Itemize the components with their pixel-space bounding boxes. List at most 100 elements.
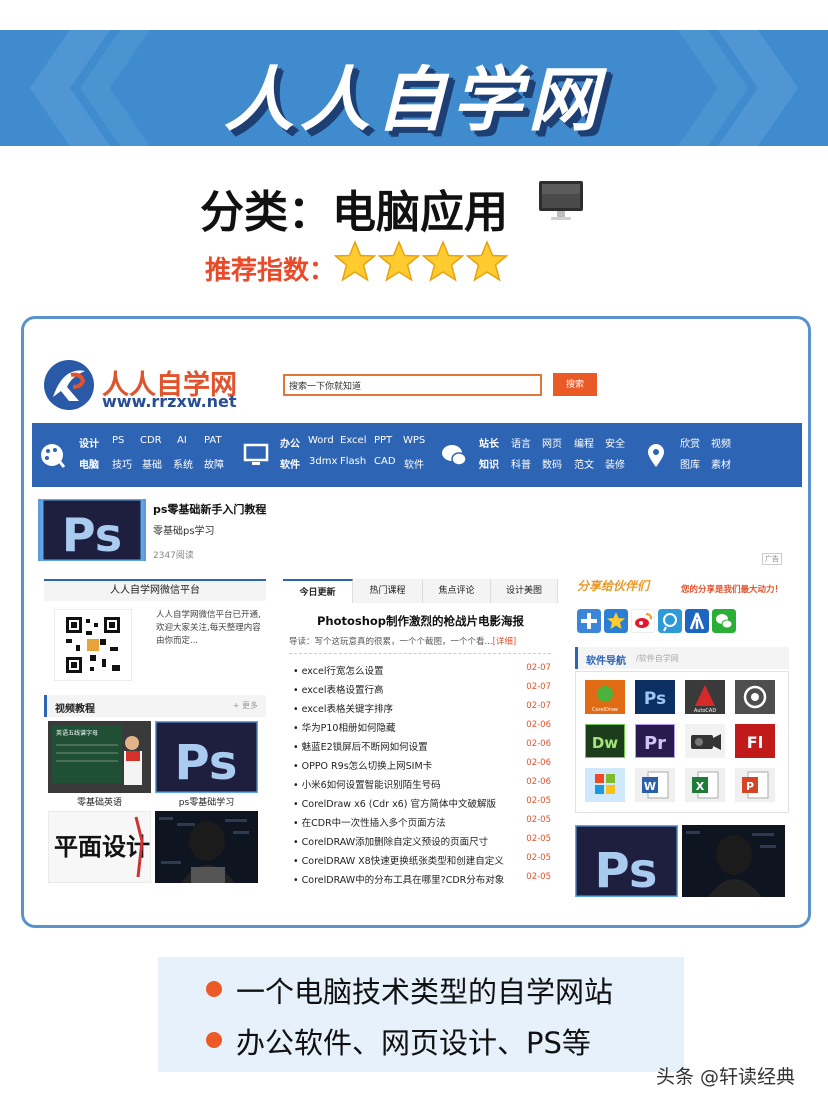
news-title[interactable]: • 在CDR中一次性插入多个页面方法 — [293, 815, 446, 829]
coreldraw-icon[interactable]: CorelDraw — [585, 680, 625, 714]
wechat-description: 人人自学网微信平台已开通,欢迎大家关注,每天整理内容由你而定... — [156, 610, 261, 646]
article-headline[interactable]: Photoshop制作激烈的枪战片电影海报 — [283, 613, 558, 629]
news-item[interactable]: • excel表格设置行高 02-07 — [293, 682, 551, 701]
nav-computer[interactable]: 电脑 — [79, 456, 99, 471]
nav-essays[interactable]: 范文 — [574, 456, 594, 471]
news-item[interactable]: • excel行宽怎么设置 02-07 — [293, 663, 551, 682]
news-item[interactable]: • excel表格关键字排序 02-07 — [293, 701, 551, 720]
nav-office[interactable]: 办公 — [280, 435, 300, 450]
nav-word[interactable]: Word — [308, 435, 334, 446]
nav-ppt[interactable]: PPT — [374, 435, 392, 446]
renren-icon[interactable] — [685, 609, 709, 633]
graphic-design-thumbnail[interactable]: 平面设计 — [48, 811, 151, 883]
photoshop-course-thumbnail[interactable]: Ps — [575, 825, 678, 897]
nav-materials[interactable]: 素材 — [711, 456, 731, 471]
video-thumbnail-english[interactable]: 英语五线谱字母 — [48, 721, 151, 793]
nav-appreciate[interactable]: 欣赏 — [680, 435, 700, 450]
dreamweaver-icon[interactable]: Dw — [585, 724, 625, 758]
rrzxw-logo-icon[interactable] — [41, 357, 101, 413]
nav-ps[interactable]: PS — [112, 435, 124, 446]
news-title[interactable]: • 华为P10相册如何隐藏 — [293, 720, 395, 734]
premiere-icon[interactable]: Pr — [635, 724, 675, 758]
nav-wps[interactable]: WPS — [403, 435, 425, 446]
nav-gallery[interactable]: 图库 — [680, 456, 700, 471]
nav-cdr[interactable]: CDR — [140, 435, 162, 446]
video-camera-icon[interactable] — [685, 724, 725, 758]
news-item[interactable]: • OPPO R9s怎么切换上网SIM卡 02-06 — [293, 758, 551, 777]
news-title[interactable]: • CorelDRAW中的分布工具在哪里?CDR分布对象 — [293, 872, 504, 884]
nav-flash[interactable]: Flash — [340, 456, 366, 467]
nav-tips[interactable]: 技巧 — [112, 456, 132, 471]
wechat-icon[interactable] — [712, 609, 736, 633]
video-more-link[interactable]: + 更多 — [233, 700, 258, 711]
news-title[interactable]: • 魅蓝E2锁屏后不断网如何设置 — [293, 739, 428, 753]
premiere-icon-alt[interactable] — [735, 680, 775, 714]
nav-programming[interactable]: 编程 — [574, 435, 594, 450]
photoshop-icon[interactable]: Ps — [635, 680, 675, 714]
nav-excel[interactable]: Excel — [340, 435, 367, 446]
news-item[interactable]: • CorelDraw x6 (Cdr x6) 官方简体中文破解版 02-05 — [293, 796, 551, 815]
site-logo-url[interactable]: www.rrzxw.net — [102, 392, 237, 411]
nav-video[interactable]: 视频 — [711, 435, 731, 450]
nav-webmaster[interactable]: 站长 — [479, 435, 499, 450]
article-detail-link[interactable]: [详细] — [493, 637, 517, 647]
nav-cad[interactable]: CAD — [374, 456, 396, 467]
video-thumbnail-ps[interactable]: Ps — [155, 721, 258, 793]
search-button[interactable]: 搜索 — [553, 373, 597, 396]
news-item[interactable]: • CorelDRAW中的分布工具在哪里?CDR分布对象 02-05 — [293, 872, 551, 884]
news-item[interactable]: • CorelDRAW X8快速更换纸张类型和创建自定义 02-05 — [293, 853, 551, 872]
nav-science[interactable]: 科普 — [511, 456, 531, 471]
nav-decoration[interactable]: 装修 — [605, 456, 625, 471]
nav-design[interactable]: 设计 — [79, 435, 99, 450]
news-item[interactable]: • 小米6如何设置智能识别陌生号码 02-06 — [293, 777, 551, 796]
nav-pat[interactable]: PAT — [204, 435, 222, 446]
flash-icon[interactable]: Fl — [735, 724, 775, 758]
tab-today-updates[interactable]: 今日更新 — [283, 579, 353, 603]
news-title[interactable]: • CorelDRAW添加删除自定义预设的页面尺寸 — [293, 834, 488, 848]
feature-title[interactable]: ps零基础新手入门教程 — [153, 501, 266, 517]
news-item[interactable]: • 华为P10相册如何隐藏 02-06 — [293, 720, 551, 739]
autocad-icon[interactable]: AutoCAD — [685, 680, 725, 714]
graphic-design-thumbnail-label: 平面设计 — [54, 832, 150, 861]
qzone-star-icon[interactable] — [604, 609, 628, 633]
news-title[interactable]: • OPPO R9s怎么切换上网SIM卡 — [293, 758, 432, 772]
news-item[interactable]: • 在CDR中一次性插入多个页面方法 02-05 — [293, 815, 551, 834]
powerpoint-icon[interactable]: P — [735, 768, 775, 802]
share-plus-icon[interactable] — [577, 609, 601, 633]
news-title[interactable]: • excel表格关键字排序 — [293, 701, 393, 715]
tab-design-images[interactable]: 设计美图 — [491, 579, 558, 603]
windows-icon[interactable] — [585, 768, 625, 802]
news-title[interactable]: • CorelDraw x6 (Cdr x6) 官方简体中文破解版 — [293, 796, 496, 810]
nav-basics[interactable]: 基础 — [142, 456, 162, 471]
tab-hot-courses[interactable]: 热门课程 — [353, 579, 423, 603]
nav-software[interactable]: 软件 — [280, 456, 300, 471]
news-item[interactable]: • CorelDRAW添加删除自定义预设的页面尺寸 02-05 — [293, 834, 551, 853]
news-item[interactable]: • 魅蓝E2锁屏后不断网如何设置 02-06 — [293, 739, 551, 758]
nav-security[interactable]: 安全 — [605, 435, 625, 450]
nav-knowledge[interactable]: 知识 — [479, 456, 499, 471]
excel-icon[interactable]: X — [685, 768, 725, 802]
hacker-thumbnail[interactable] — [155, 811, 258, 883]
nav-digital[interactable]: 数码 — [542, 456, 562, 471]
tencent-weibo-icon[interactable] — [658, 609, 682, 633]
weibo-icon[interactable] — [631, 609, 655, 633]
nav-fault[interactable]: 故障 — [204, 456, 224, 471]
nav-software-2[interactable]: 软件 — [404, 456, 424, 471]
hacker-course-thumbnail[interactable] — [682, 825, 785, 897]
nav-system[interactable]: 系统 — [173, 456, 193, 471]
nav-language[interactable]: 语言 — [511, 435, 531, 450]
video-caption-english[interactable]: 零基础英语 — [48, 795, 151, 808]
nav-ai[interactable]: AI — [177, 435, 187, 446]
word-icon[interactable]: W — [635, 768, 675, 802]
nav-3dmx[interactable]: 3dmx — [309, 456, 337, 467]
svg-text:W: W — [644, 780, 656, 793]
nav-webpage[interactable]: 网页 — [542, 435, 562, 450]
search-input[interactable] — [283, 374, 542, 396]
news-title[interactable]: • 小米6如何设置智能识别陌生号码 — [293, 777, 441, 791]
news-title[interactable]: • CorelDRAW X8快速更换纸张类型和创建自定义 — [293, 853, 504, 867]
tab-focus-comments[interactable]: 焦点评论 — [423, 579, 491, 603]
video-caption-ps[interactable]: ps零基础学习 — [155, 795, 258, 808]
news-title[interactable]: • excel表格设置行高 — [293, 682, 383, 696]
photoshop-thumbnail[interactable]: Ps — [38, 499, 146, 561]
news-title[interactable]: • excel行宽怎么设置 — [293, 663, 383, 677]
